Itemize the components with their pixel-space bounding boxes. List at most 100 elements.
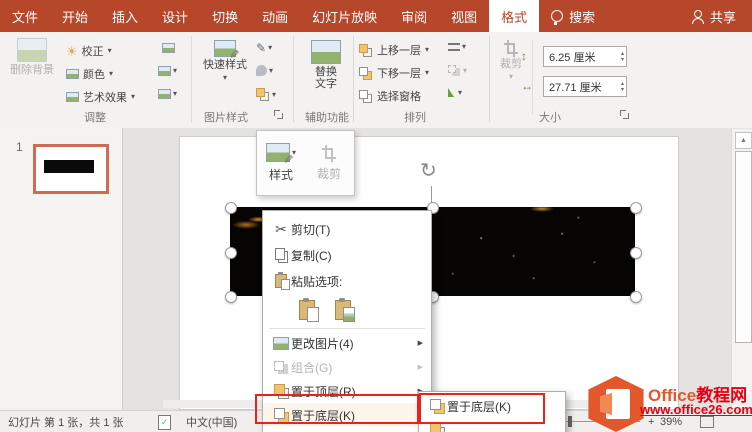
selection-handle-top-left[interactable]	[225, 202, 237, 214]
group-separator	[353, 36, 354, 122]
group-objects-button[interactable]: ▾	[448, 65, 467, 76]
paste-as-picture-button[interactable]	[329, 295, 357, 325]
tab-transitions[interactable]: 切换	[200, 0, 250, 32]
height-spinner[interactable]: ▴ ▾	[621, 51, 626, 63]
reset-picture-button[interactable]: ▾	[158, 89, 177, 99]
slide-thumbnail[interactable]	[33, 144, 109, 194]
artistic-effects-button[interactable]: 艺术效果 ▾	[66, 88, 135, 106]
tab-file[interactable]: 文件	[0, 0, 50, 32]
shape-height-icon: ↕	[521, 49, 527, 63]
rotate-objects-icon	[448, 88, 454, 97]
ribbon-tab-bar: 文件 开始 插入 设计 切换 动画 幻灯片放映 审阅 视图 格式 搜索 共享	[0, 0, 752, 32]
bring-forward-button[interactable]: 上移一层 ▾	[359, 41, 429, 59]
tab-slideshow[interactable]: 幻灯片放映	[300, 0, 389, 32]
crop-mini-button[interactable]: 裁剪	[305, 131, 353, 195]
tab-format[interactable]: 格式	[489, 0, 540, 32]
corrections-button[interactable]: ☀ 校正 ▾	[66, 42, 112, 60]
shape-width-icon: ↔	[521, 79, 533, 93]
lightbulb-icon	[551, 10, 564, 25]
color-button[interactable]: 颜色 ▾	[66, 65, 113, 83]
bring-forward-icon	[359, 43, 368, 53]
tab-insert[interactable]: 插入	[100, 0, 150, 32]
thumbnail-picture	[44, 160, 94, 173]
picture-border-button[interactable]: ✎ ▾	[256, 42, 272, 54]
change-picture-icon	[273, 336, 289, 350]
picture-effects-icon	[256, 65, 267, 76]
send-backward-button[interactable]: 下移一层 ▾	[359, 64, 429, 82]
picture-effects-button[interactable]: ▾	[256, 65, 273, 76]
change-picture-small-button[interactable]: ▾	[158, 66, 177, 76]
tab-home[interactable]: 开始	[50, 0, 100, 32]
alt-text-button[interactable]: 替换 文字	[300, 40, 352, 91]
submenu-arrow-icon: ▶	[417, 364, 423, 371]
width-spinner[interactable]: ▴ ▾	[621, 81, 626, 93]
scroll-up-button[interactable]: ▲	[735, 132, 752, 149]
tab-review[interactable]: 审阅	[389, 0, 439, 32]
remove-background-icon	[17, 38, 47, 62]
vertical-scrollbar[interactable]: ▲	[731, 129, 752, 410]
size-dialog-launcher[interactable]	[620, 110, 630, 120]
search-label: 搜索	[569, 9, 596, 25]
rotate-button[interactable]: ▾	[448, 88, 462, 97]
styles-button[interactable]: ▾ 样式	[257, 131, 305, 195]
selection-handle-bottom-left[interactable]	[225, 291, 237, 303]
share-label: 共享	[709, 9, 736, 25]
menu-item-change-picture[interactable]: 更改图片(4) ▶	[263, 331, 431, 355]
language-indicator[interactable]: 中文(中国)	[186, 411, 237, 432]
selection-handle-bottom-right[interactable]	[630, 291, 642, 303]
compress-pictures-button[interactable]	[162, 43, 175, 53]
tab-view[interactable]: 视图	[439, 0, 489, 32]
paste-keep-formatting-button[interactable]	[293, 295, 321, 325]
vertical-scrollbar-thumb[interactable]	[735, 151, 752, 343]
share-button[interactable]: 共享	[676, 0, 752, 32]
dropdown-icon: ▾	[131, 92, 136, 101]
tab-animations[interactable]: 动画	[250, 0, 300, 32]
slide-thumbnail-panel: 1	[0, 128, 123, 410]
menu-separator	[269, 328, 425, 329]
tab-design[interactable]: 设计	[150, 0, 200, 32]
rotate-handle-icon[interactable]: ↻	[420, 158, 437, 183]
office-logo-icon	[588, 376, 644, 432]
menu-item-copy[interactable]: 复制(C)	[263, 242, 431, 268]
selection-handle-middle-left[interactable]	[225, 247, 237, 259]
dropdown-icon: ▾	[462, 42, 467, 51]
paste-as-picture-icon	[335, 298, 355, 322]
annotation-box-menu	[255, 394, 419, 424]
align-button[interactable]: ▾	[448, 43, 466, 51]
compress-pictures-icon	[162, 43, 175, 53]
color-icon	[66, 69, 79, 79]
accessibility-group-label: 辅助功能	[305, 112, 349, 124]
dropdown-icon: ▾	[107, 46, 112, 55]
dropdown-icon: ▾	[272, 89, 277, 99]
dropdown-icon: ▾	[508, 72, 513, 81]
menu-item-cut[interactable]: ✂ 剪切(T)	[263, 216, 431, 242]
bring-to-front-icon	[273, 383, 285, 395]
menu-item-group[interactable]: 组合(G) ▶	[263, 355, 431, 379]
corrections-icon: ☀	[66, 43, 78, 59]
scissors-icon: ✂	[275, 221, 287, 237]
paste-options-row	[263, 294, 431, 326]
submenu-arrow-icon: ▶	[417, 340, 423, 347]
styles-icon	[265, 143, 290, 162]
selection-handle-top-right[interactable]	[630, 202, 642, 214]
selection-pane-button[interactable]: 选择窗格	[359, 87, 421, 105]
powerpoint-window: 文件 开始 插入 设计 切换 动画 幻灯片放映 审阅 视图 格式 搜索 共享 删…	[0, 0, 752, 432]
menu-item-partial[interactable]	[263, 427, 431, 432]
zoom-slider-thumb[interactable]	[568, 416, 572, 427]
quick-styles-button[interactable]: 快速样式 ▾	[197, 40, 253, 82]
dropdown-icon: ▾	[173, 66, 178, 75]
picture-layout-button[interactable]: ▾	[256, 88, 276, 101]
remove-background-button[interactable]: 删除背景	[4, 38, 60, 77]
mini-toolbar: ▾ 样式 裁剪	[256, 130, 355, 196]
selection-handle-middle-right[interactable]	[630, 247, 642, 259]
menu-item-paste-options: 粘贴选项:	[263, 268, 431, 294]
picture-styles-dialog-launcher[interactable]	[274, 110, 284, 120]
watermark-url: www.office26.com	[640, 402, 752, 417]
align-icon	[448, 43, 460, 51]
shape-width-input[interactable]: 27.71 厘米 ▴ ▾	[543, 76, 627, 97]
paste-keep-formatting-icon	[299, 298, 319, 322]
tell-me-search[interactable]: 搜索	[539, 0, 607, 32]
dropdown-icon: ▾	[463, 65, 468, 75]
spell-check-icon[interactable]: ✓	[158, 411, 171, 432]
shape-height-input[interactable]: 6.25 厘米 ▴ ▾	[543, 46, 627, 67]
